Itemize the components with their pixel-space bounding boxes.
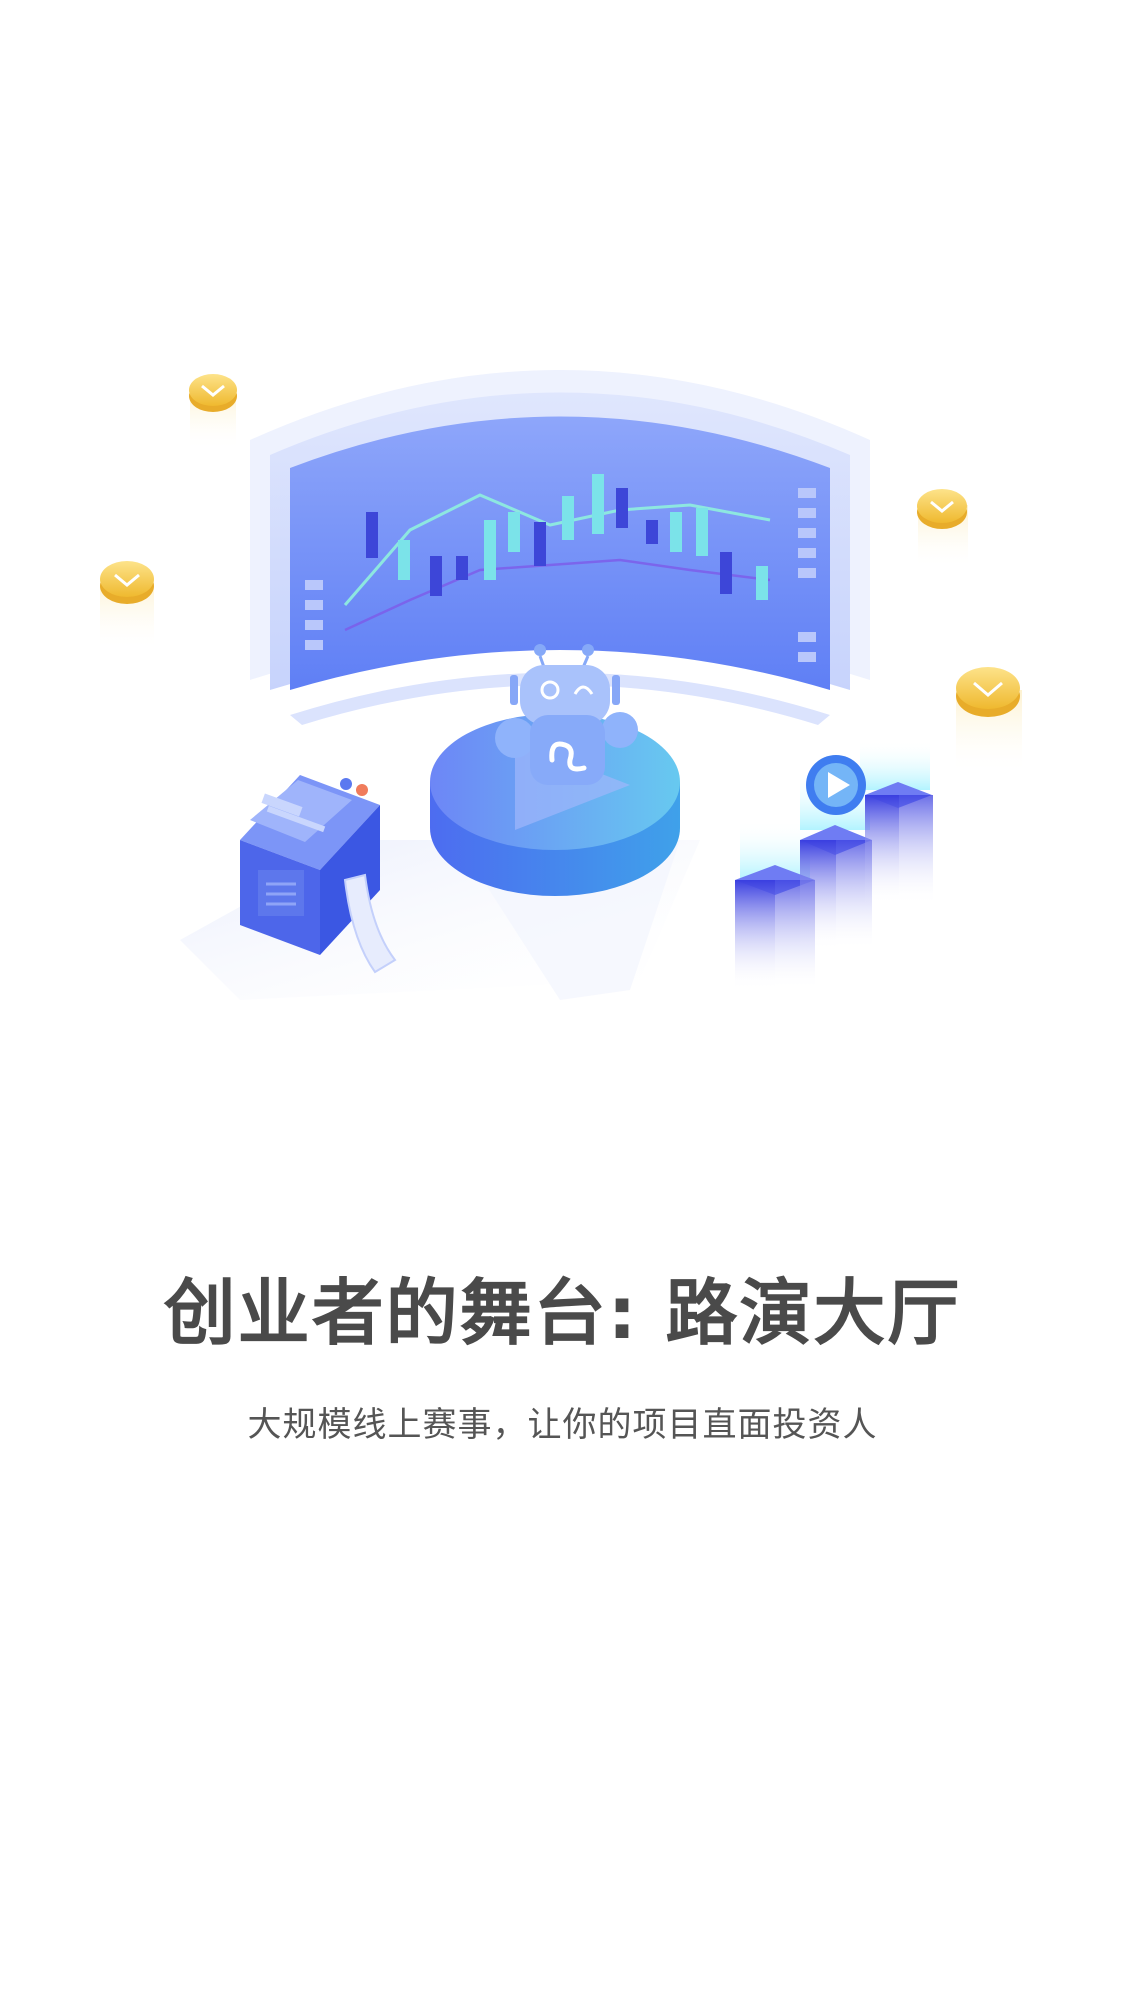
coin-icon [100,561,154,650]
coin-icon [956,667,1022,774]
play-icon [806,755,866,815]
hero-illustration [0,0,1125,1125]
coin-icon [189,374,237,450]
coin-icon [917,489,968,569]
page-subtitle: 大规模线上赛事，让你的项目直面投资人 [247,1405,878,1445]
page-title: 创业者的舞台: 路演大厅 [163,1271,962,1355]
